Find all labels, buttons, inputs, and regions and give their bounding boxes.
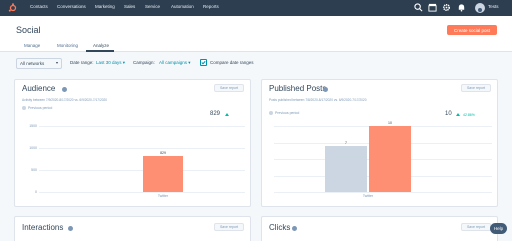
- create-social-post-button[interactable]: Create social post: [447, 25, 497, 35]
- avatar[interactable]: [475, 3, 485, 13]
- published-posts-chart: 7 10 Twitter: [262, 80, 499, 208]
- bar-twitter: [143, 155, 183, 192]
- chevron-down-icon: ▾: [188, 60, 191, 65]
- compare-date-ranges-checkbox[interactable]: [200, 59, 207, 66]
- network-select-value: All networks: [20, 61, 45, 66]
- campaign-label: Campaign:: [133, 60, 155, 65]
- compare-date-ranges-label: Compare date ranges: [210, 60, 254, 65]
- y-tick-label: 0: [35, 190, 37, 194]
- x-tick-label: Twitter: [362, 194, 374, 198]
- y-tick-label: 1500: [29, 124, 37, 128]
- nav-sales[interactable]: Sales: [124, 4, 135, 9]
- top-nav: Contacts Conversations Marketing Sales S…: [0, 0, 512, 16]
- audience-card: Audience Save report Activity between 7/…: [14, 79, 251, 207]
- search-icon[interactable]: [414, 3, 423, 12]
- clicks-title: Clicks: [269, 223, 291, 232]
- bar-previous-period: [325, 145, 367, 192]
- tab-monitoring[interactable]: Monitoring: [57, 43, 78, 48]
- y-tick-label: 500: [31, 168, 37, 172]
- active-tab-indicator: [86, 50, 114, 52]
- checkmark-icon: [201, 60, 206, 65]
- date-range-label: Date range:: [70, 60, 94, 65]
- gridline: [39, 148, 245, 149]
- info-icon[interactable]: [292, 226, 297, 231]
- bar-value-label: 829: [160, 150, 166, 155]
- bar-current-period: [369, 126, 411, 192]
- clicks-save-report-button[interactable]: Save report: [461, 223, 491, 231]
- sprocket-logo-icon[interactable]: [8, 3, 18, 13]
- tab-manage[interactable]: Manage: [24, 43, 40, 48]
- info-icon[interactable]: [68, 226, 73, 231]
- page-header: Social Create social post Manage Monitor…: [0, 16, 512, 52]
- chevron-down-icon: ▾: [55, 60, 58, 65]
- account-name[interactable]: Tests: [488, 4, 499, 9]
- x-tick-label: Twitter: [157, 194, 169, 198]
- gear-icon[interactable]: [442, 3, 451, 12]
- user-icon: [478, 8, 482, 12]
- clicks-card: Clicks Save report: [261, 216, 498, 241]
- interactions-save-report-button[interactable]: Save report: [214, 223, 244, 231]
- tab-analyze[interactable]: Analyze: [93, 43, 109, 48]
- nav-reports[interactable]: Reports: [203, 4, 219, 9]
- page-title: Social: [16, 25, 41, 35]
- published-posts-card: Published Posts Save report Posts publis…: [261, 79, 498, 207]
- nav-marketing[interactable]: Marketing: [95, 4, 115, 9]
- nav-conversations[interactable]: Conversations: [57, 4, 86, 9]
- gridline: [39, 126, 245, 127]
- bar-value-label: 10: [388, 121, 392, 125]
- campaign-dropdown[interactable]: All campaigns ▾: [159, 60, 191, 66]
- nav-contacts[interactable]: Contacts: [30, 4, 48, 9]
- chevron-down-icon: ▾: [122, 60, 126, 65]
- nav-automation[interactable]: Automation: [171, 4, 194, 9]
- campaign-value: All campaigns: [159, 60, 188, 65]
- gridline: [39, 170, 245, 171]
- gridline: [274, 192, 492, 193]
- y-tick-label: 1000: [29, 146, 37, 150]
- date-range-dropdown[interactable]: Last 30 days ▾: [96, 60, 125, 66]
- audience-chart: 0 500 1000 1500 829 Twitter: [15, 80, 252, 208]
- marketplace-icon[interactable]: [428, 3, 437, 12]
- bell-icon[interactable]: [457, 3, 466, 12]
- date-range-value: Last 30 days: [96, 60, 122, 65]
- gridline: [39, 192, 245, 193]
- network-select[interactable]: All networks ▾: [16, 58, 62, 69]
- interactions-title: Interactions: [22, 223, 64, 232]
- help-button[interactable]: Help: [490, 223, 507, 234]
- interactions-card: Interactions Save report: [14, 216, 251, 241]
- bar-value-label: 7: [345, 140, 347, 145]
- nav-service[interactable]: Service: [145, 4, 160, 9]
